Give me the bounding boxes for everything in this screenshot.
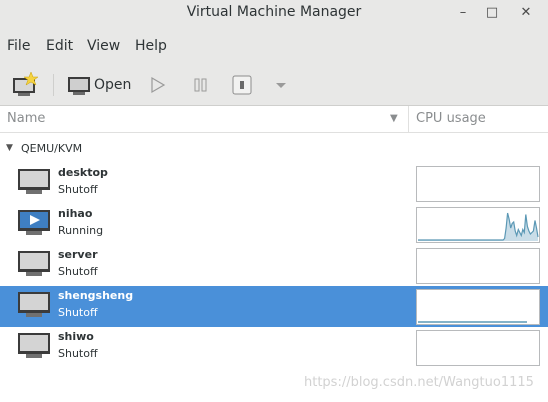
menu-file[interactable]: File <box>7 38 30 54</box>
toolbar: Open <box>0 66 548 106</box>
cpu-sparkline <box>417 331 539 365</box>
column-divider[interactable] <box>408 106 409 133</box>
cpu-sparkline <box>417 167 539 201</box>
menu-help[interactable]: Help <box>135 38 167 54</box>
cpu-area <box>418 213 538 241</box>
cpu-sparkline <box>417 249 539 283</box>
pause-icon <box>194 78 207 92</box>
minimize-icon[interactable]: – <box>453 3 473 23</box>
new-vm-icon <box>13 71 39 96</box>
vm-row-nihao[interactable]: nihao Running <box>0 204 548 245</box>
expander-icon[interactable]: ▼ <box>6 143 13 153</box>
monitor-icon <box>18 333 50 358</box>
menu-bar: File Edit View Help <box>0 26 548 66</box>
close-icon[interactable]: ✕ <box>516 3 536 23</box>
play-icon <box>151 76 166 94</box>
shutdown-menu-button[interactable] <box>273 70 289 100</box>
cpu-sparkline <box>418 321 527 323</box>
vm-row-shengsheng[interactable]: shengsheng Shutoff <box>0 286 548 327</box>
vm-icon <box>17 249 51 279</box>
vm-icon <box>17 331 51 361</box>
cpu-usage-graph <box>416 166 540 202</box>
cpu-usage-graph <box>416 289 540 325</box>
column-name-header[interactable]: Name <box>7 111 45 126</box>
vm-icon <box>17 208 51 238</box>
monitor-icon <box>68 77 90 95</box>
vm-status: Shutoff <box>58 183 98 196</box>
vm-status: Shutoff <box>58 347 98 360</box>
watermark: https://blog.csdn.net/Wangtuo1115 <box>304 375 534 390</box>
stop-icon <box>232 75 252 95</box>
open-button[interactable]: Open <box>64 70 134 100</box>
monitor-icon <box>18 251 50 276</box>
monitor-icon <box>18 292 50 317</box>
vm-name: shengsheng <box>58 289 134 302</box>
column-cpu-header[interactable]: CPU usage <box>416 111 486 126</box>
connection-name: QEMU/KVM <box>21 142 83 155</box>
cpu-usage-graph <box>416 248 540 284</box>
shutdown-button[interactable] <box>231 70 253 100</box>
maximize-icon[interactable]: □ <box>482 3 502 23</box>
open-button-label: Open <box>94 77 132 93</box>
vm-name: shiwo <box>58 330 94 343</box>
vm-status: Shutoff <box>58 265 98 278</box>
vm-name: nihao <box>58 207 93 220</box>
run-button[interactable] <box>148 70 168 100</box>
pause-button[interactable] <box>191 70 211 100</box>
vm-row-server[interactable]: server Shutoff <box>0 245 548 286</box>
title-bar: Virtual Machine Manager – □ ✕ <box>0 0 548 26</box>
cpu-sparkline <box>418 212 539 241</box>
vm-icon <box>17 290 51 320</box>
chevron-down-icon <box>276 83 286 88</box>
sort-arrow-icon[interactable]: ▼ <box>390 113 398 124</box>
column-header: Name ▼ CPU usage <box>0 106 548 133</box>
cpu-usage-graph <box>416 330 540 366</box>
vm-status: Running <box>58 224 104 237</box>
menu-view[interactable]: View <box>87 38 120 54</box>
vm-status: Shutoff <box>58 306 98 319</box>
menu-edit[interactable]: Edit <box>46 38 73 54</box>
running-vm-icon <box>18 210 50 235</box>
vm-name: desktop <box>58 166 108 179</box>
monitor-icon <box>18 169 50 194</box>
vm-icon <box>17 167 51 197</box>
vm-row-shiwo[interactable]: shiwo Shutoff <box>0 327 548 368</box>
vm-row-desktop[interactable]: desktop Shutoff <box>0 163 548 204</box>
new-vm-button[interactable] <box>10 70 40 100</box>
toolbar-separator <box>53 74 54 96</box>
vm-name: server <box>58 248 98 261</box>
cpu-usage-graph <box>416 207 540 243</box>
